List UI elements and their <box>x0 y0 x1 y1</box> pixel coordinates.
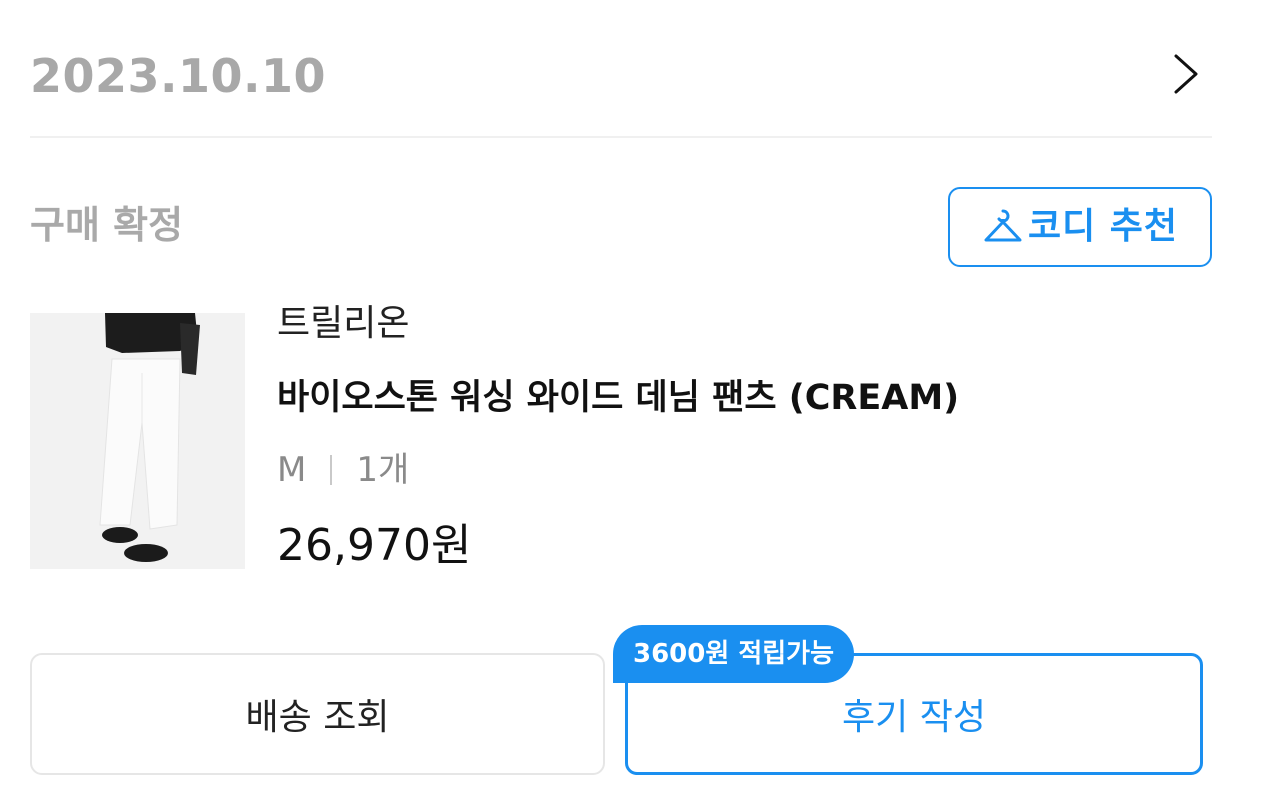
product-quantity: 1개 <box>356 450 410 490</box>
product-price: 26,970원 <box>277 520 472 571</box>
order-header[interactable]: 2023.10.10 <box>30 30 1212 138</box>
write-review-label: 후기 작성 <box>842 697 986 738</box>
product-options: M 1개 <box>277 442 409 498</box>
delivery-tracking-button[interactable]: 배송 조회 <box>30 653 605 775</box>
codi-recommend-button[interactable]: 코디 추천 <box>948 187 1212 267</box>
chevron-right-icon[interactable] <box>1166 50 1206 98</box>
product-image[interactable] <box>30 313 245 569</box>
reward-points-badge: 3600원 적립가능 <box>613 625 855 683</box>
order-card: 2023.10.10 구매 확정 코디 추천 트릴리온 바이오스톤 워싱 와이드… <box>0 0 1262 793</box>
hanger-icon <box>984 209 1022 242</box>
product-brand[interactable]: 트릴리온 <box>277 296 409 352</box>
product-name[interactable]: 바이오스톤 워싱 와이드 데님 팬츠 (CREAM) <box>277 370 959 426</box>
product-size: M <box>277 450 307 490</box>
codi-recommend-label: 코디 추천 <box>1027 206 1178 247</box>
order-status: 구매 확정 <box>30 203 184 247</box>
order-date: 2023.10.10 <box>30 49 327 103</box>
delivery-tracking-label: 배송 조회 <box>245 697 390 738</box>
option-divider <box>330 455 333 485</box>
